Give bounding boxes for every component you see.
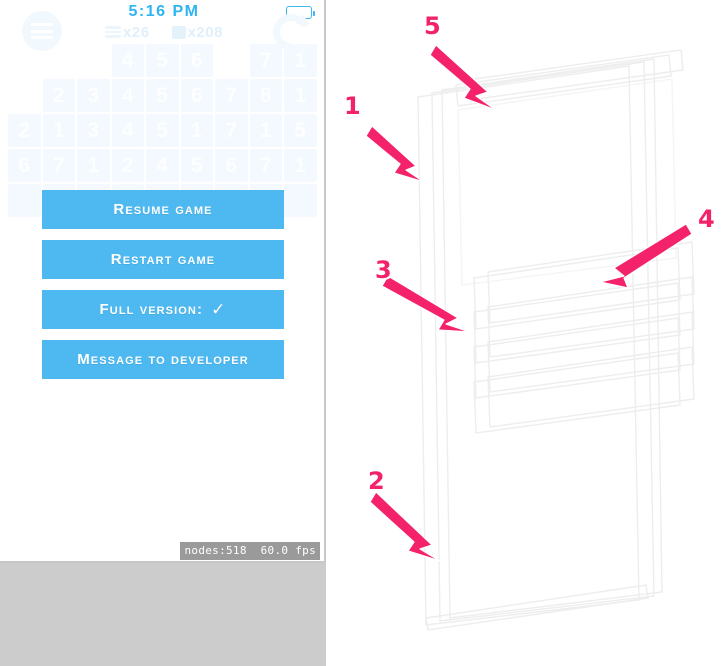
grid-cell[interactable]: 7 <box>249 149 282 182</box>
restart-game-label: Restart game <box>110 251 216 268</box>
grid-cell[interactable]: 1 <box>77 149 110 182</box>
restart-game-button[interactable]: Restart game <box>42 240 284 279</box>
grid-cell[interactable]: 6 <box>180 44 213 77</box>
pause-menu: Resume game Restart game Full version: ✓… <box>42 190 284 390</box>
grid-cell[interactable]: 8 <box>249 79 282 112</box>
grid-cell[interactable]: 4 <box>111 44 144 77</box>
grid-cell[interactable]: 1 <box>42 114 75 147</box>
resume-game-label: Resume game <box>113 201 213 218</box>
grid-cell[interactable]: 7 <box>249 44 282 77</box>
grid-row: 6 7 1 2 4 5 6 7 1 <box>8 149 320 182</box>
grid-row: 4 5 6 7 1 <box>8 44 320 77</box>
grid-row: 2 1 3 4 5 1 7 1 5 <box>8 114 320 147</box>
grid-cell[interactable] <box>43 44 76 77</box>
grid-cell[interactable]: 2 <box>8 114 41 147</box>
grid-cell[interactable]: 1 <box>249 114 282 147</box>
grid-cell[interactable]: 4 <box>111 79 144 112</box>
grid-cell[interactable]: 1 <box>284 44 317 77</box>
grid-cell[interactable]: 4 <box>111 114 144 147</box>
checkmark-icon: ✓ <box>211 299 227 319</box>
full-version-button[interactable]: Full version: ✓ <box>42 290 284 329</box>
annotation-label-1: 1 <box>344 92 361 120</box>
number-grid: 4 5 6 7 1 2 3 4 5 6 7 8 1 2 1 3 4 5 1 7 … <box>8 44 320 217</box>
simulator-pane: 5:16 PM x26 x208 4 5 6 7 1 2 3 4 5 6 7 8… <box>0 0 326 666</box>
annotation-label-4: 4 <box>698 205 715 233</box>
grid-cell[interactable]: 2 <box>42 79 75 112</box>
simulator-screen: 5:16 PM x26 x208 4 5 6 7 1 2 3 4 5 6 7 8… <box>8 2 320 561</box>
arrow-3 <box>381 275 471 333</box>
debug-stats-overlay: nodes:518 60.0 fps <box>180 542 320 560</box>
grid-cell[interactable]: 5 <box>180 149 213 182</box>
stat-lines-value: x26 <box>123 23 150 41</box>
annotation-label-2: 2 <box>368 467 385 495</box>
stat-blocks-value: x208 <box>187 23 223 41</box>
grid-cell[interactable] <box>8 44 41 77</box>
grid-cell[interactable]: 1 <box>284 149 317 182</box>
grid-cell[interactable]: 7 <box>42 149 75 182</box>
grid-cell[interactable]: 6 <box>180 79 213 112</box>
annotation-arrows <box>365 44 693 562</box>
simulator-window: 5:16 PM x26 x208 4 5 6 7 1 2 3 4 5 6 7 8… <box>0 0 326 563</box>
grid-cell[interactable]: 5 <box>146 114 179 147</box>
message-developer-button[interactable]: Message to developer <box>42 340 284 379</box>
grid-cell[interactable]: 5 <box>146 79 179 112</box>
grid-cell[interactable]: 5 <box>146 44 179 77</box>
grid-cell[interactable]: 7 <box>215 114 248 147</box>
full-version-label: Full version: <box>99 301 204 318</box>
stat-lines: x26 <box>105 24 150 41</box>
grid-cell[interactable] <box>215 44 248 77</box>
grid-cell[interactable]: 6 <box>215 149 248 182</box>
screenshot-root: 5:16 PM x26 x208 4 5 6 7 1 2 3 4 5 6 7 8… <box>0 0 727 666</box>
grid-cell[interactable] <box>284 184 317 217</box>
grid-cell[interactable]: 3 <box>77 79 110 112</box>
grid-cell[interactable] <box>77 44 110 77</box>
arrow-5 <box>429 44 497 111</box>
grid-cell[interactable]: 1 <box>284 79 317 112</box>
hud-stats-row: x26 x208 <box>8 22 320 42</box>
square-icon <box>171 25 186 39</box>
grid-cell[interactable]: 1 <box>180 114 213 147</box>
annotation-pane: 1 2 3 4 5 <box>328 0 727 666</box>
resume-game-button[interactable]: Resume game <box>42 190 284 229</box>
grid-cell[interactable] <box>8 184 41 217</box>
arrow-1 <box>365 125 425 183</box>
message-developer-label: Message to developer <box>77 351 249 368</box>
grid-cell[interactable]: 5 <box>284 114 317 147</box>
grid-cell[interactable]: 4 <box>146 149 179 182</box>
grid-cell[interactable]: 7 <box>215 79 248 112</box>
lines-icon <box>105 26 122 38</box>
grid-cell[interactable]: 6 <box>8 149 41 182</box>
annotation-label-5: 5 <box>424 12 441 40</box>
grid-row: 2 3 4 5 6 7 8 1 <box>8 79 320 112</box>
grid-cell[interactable] <box>8 79 41 112</box>
stat-blocks: x208 <box>171 23 223 41</box>
arrow-4 <box>599 223 693 289</box>
annotation-label-3: 3 <box>375 256 392 284</box>
arrow-2 <box>369 491 441 562</box>
grid-cell[interactable]: 2 <box>111 149 144 182</box>
grid-cell[interactable]: 3 <box>77 114 110 147</box>
